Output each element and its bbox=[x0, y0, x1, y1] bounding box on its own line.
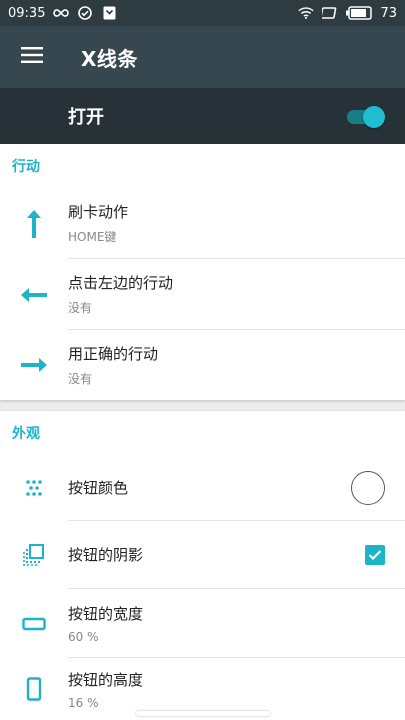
shadow-checkbox[interactable] bbox=[365, 545, 385, 565]
list-item-tap-left-action[interactable]: 点击左边的行动 没有 bbox=[0, 259, 405, 330]
width-rect-icon bbox=[0, 617, 68, 631]
actions-section: 行动 刷卡动作 HOME键 点击左边的行动 没有 用正确的行动 没有 bbox=[0, 144, 405, 400]
shadow-layers-icon bbox=[0, 544, 68, 566]
status-bar: 09:35 73 bbox=[0, 0, 405, 26]
appearance-section: 外观 按钮颜色 按钮的阴影 按钮的宽度 60 % 按钮的高度 16 % bbox=[0, 411, 405, 720]
infinity-icon bbox=[53, 5, 70, 21]
arrow-left-icon bbox=[0, 287, 68, 303]
checkmark-icon bbox=[368, 550, 382, 561]
master-switch-bar[interactable]: 打开 bbox=[0, 88, 405, 144]
list-item-tap-right-action[interactable]: 用正确的行动 没有 bbox=[0, 330, 405, 400]
hamburger-menu-icon bbox=[21, 47, 43, 67]
item-title: 用正确的行动 bbox=[68, 345, 159, 363]
wifi-icon bbox=[298, 5, 315, 21]
home-indicator-bar[interactable] bbox=[136, 711, 270, 716]
signal-icon bbox=[322, 5, 338, 21]
section-header-appearance: 外观 bbox=[12, 426, 40, 442]
item-subtitle: 16 % bbox=[68, 695, 99, 710]
arrow-up-icon bbox=[0, 209, 68, 239]
check-circle-icon bbox=[77, 5, 93, 21]
list-item-button-color[interactable]: 按钮颜色 bbox=[0, 455, 405, 521]
item-title: 按钮的阴影 bbox=[68, 546, 144, 564]
item-title: 点击左边的行动 bbox=[68, 274, 174, 292]
master-toggle-switch[interactable] bbox=[347, 105, 385, 128]
color-preview-circle[interactable] bbox=[351, 471, 385, 505]
master-switch-label: 打开 bbox=[68, 107, 104, 128]
status-time: 09:35 bbox=[8, 5, 46, 21]
item-title: 按钮的宽度 bbox=[68, 604, 144, 623]
section-header-actions: 行动 bbox=[12, 159, 40, 175]
menu-button[interactable] bbox=[0, 26, 64, 88]
item-title: 刷卡动作 bbox=[68, 203, 129, 221]
item-subtitle: 60 % bbox=[68, 629, 99, 644]
height-rect-icon bbox=[0, 677, 68, 701]
dots-palette-icon bbox=[0, 478, 68, 498]
item-subtitle: 没有 bbox=[68, 372, 93, 386]
download-box-icon bbox=[101, 5, 117, 21]
battery-level: 73 bbox=[380, 5, 397, 21]
list-item-button-shadow[interactable]: 按钮的阴影 bbox=[0, 521, 405, 589]
item-title: 按钮的高度 bbox=[68, 670, 144, 689]
app-toolbar: X线条 bbox=[0, 26, 405, 88]
list-item-swipe-action[interactable]: 刷卡动作 HOME键 bbox=[0, 188, 405, 259]
item-subtitle: 没有 bbox=[68, 301, 93, 315]
page-title: X线条 bbox=[81, 46, 138, 71]
toggle-thumb bbox=[363, 106, 385, 128]
battery-icon bbox=[346, 5, 373, 21]
item-subtitle: HOME键 bbox=[68, 230, 117, 244]
list-item-button-width[interactable]: 按钮的宽度 60 % bbox=[0, 589, 405, 658]
arrow-right-icon bbox=[0, 357, 68, 373]
